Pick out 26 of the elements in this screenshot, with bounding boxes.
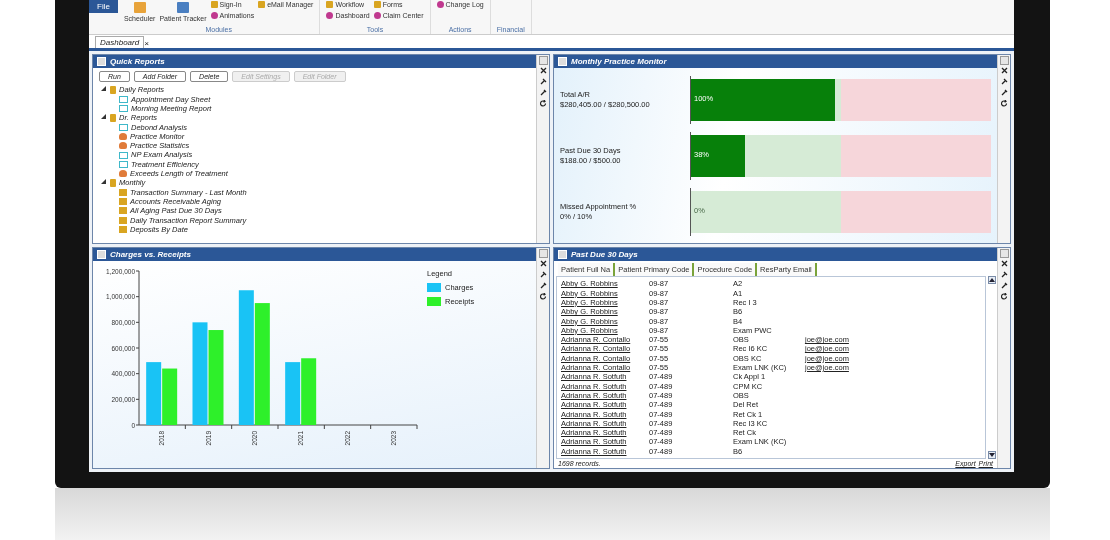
- panel-title: Monthly Practice Monitor: [571, 57, 667, 67]
- circle-icon: [326, 12, 334, 19]
- bar: [301, 358, 317, 426]
- panel-title: Past Due 30 Days: [571, 250, 638, 260]
- bar: [162, 368, 178, 426]
- legend-swatch: [427, 283, 441, 293]
- bar: [146, 362, 162, 426]
- close-icon[interactable]: ×: [144, 39, 149, 49]
- circle-icon: [210, 12, 218, 19]
- circle-icon: [373, 12, 381, 19]
- refresh-icon[interactable]: [539, 100, 547, 110]
- legend-swatch: [427, 297, 441, 307]
- scroll-down-button[interactable]: [988, 451, 996, 459]
- dashboard-tab[interactable]: Dashboard: [95, 36, 145, 49]
- folder-icon: [110, 113, 116, 122]
- refresh-icon[interactable]: [1000, 100, 1008, 110]
- folder-icon: [110, 178, 116, 187]
- folder-icon: [110, 86, 116, 94]
- panel-title: Quick Reports: [110, 57, 165, 67]
- panel-title: Charges vs. Receipts: [110, 250, 191, 260]
- scroll-up-button[interactable]: [988, 276, 996, 285]
- refresh-icon[interactable]: [1000, 293, 1008, 303]
- refresh-icon[interactable]: [539, 293, 547, 303]
- bar: [285, 362, 301, 426]
- file-tab[interactable]: File: [89, 0, 118, 13]
- circle-icon: [436, 1, 444, 8]
